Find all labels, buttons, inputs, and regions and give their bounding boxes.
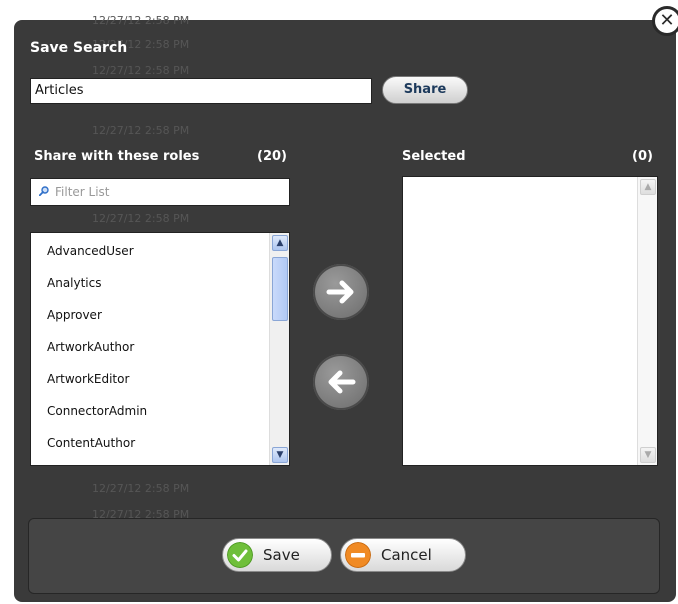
list-item[interactable]: ArtworkEditor [31, 361, 289, 393]
filter-input[interactable]: Filter List [30, 178, 290, 206]
save-button[interactable]: Save [222, 538, 332, 572]
search-name-input[interactable]: Articles [30, 78, 372, 104]
background-timestamp: 12/27/12 2:58 PM [92, 482, 190, 495]
minus-icon [345, 542, 371, 568]
background-timestamp: 12/27/12 2:58 PM [92, 64, 190, 77]
move-right-button[interactable] [313, 264, 369, 320]
share-button[interactable]: Share [382, 76, 468, 104]
list-item[interactable]: ArtworkAuthor [31, 329, 289, 361]
cancel-label: Cancel [381, 546, 432, 564]
scroll-thumb[interactable] [272, 257, 288, 321]
search-icon [39, 186, 49, 196]
background-timestamp: 12/27/12 2:58 PM [92, 14, 190, 27]
scroll-up-icon[interactable]: ▲ [272, 235, 288, 251]
list-item[interactable]: Analytics [31, 265, 289, 297]
filter-placeholder: Filter List [55, 185, 110, 199]
selected-count: (0) [632, 149, 653, 164]
background-timestamp: 12/27/12 2:58 PM [92, 124, 190, 137]
arrow-left-icon [328, 370, 356, 394]
selected-label: Selected [402, 149, 466, 164]
close-button[interactable]: ✕ [652, 6, 678, 36]
list-item[interactable]: AdvancedUser [31, 233, 289, 265]
list-item[interactable]: ContentAuthor [31, 425, 289, 457]
list-item[interactable]: ConnectorAdmin [31, 393, 289, 425]
close-icon: ✕ [659, 10, 675, 31]
roles-list[interactable]: AdvancedUser Analytics Approver ArtworkA… [30, 232, 290, 466]
background-timestamp: 12/27/12 2:58 PM [92, 212, 190, 225]
scroll-down-icon[interactable]: ▼ [640, 447, 656, 463]
list-item[interactable]: Approver [31, 297, 289, 329]
checkmark-icon [227, 542, 253, 568]
roles-count: (20) [257, 149, 287, 164]
scroll-up-icon[interactable]: ▲ [640, 179, 656, 195]
scroll-down-icon[interactable]: ▼ [272, 447, 288, 463]
move-left-button[interactable] [313, 354, 369, 410]
arrow-right-icon [326, 280, 354, 304]
dialog-title: Save Search [30, 40, 128, 56]
roles-label: Share with these roles [34, 149, 200, 164]
roles-scrollbar[interactable]: ▲ ▼ [269, 233, 289, 465]
cancel-button[interactable]: Cancel [340, 538, 466, 572]
selected-scrollbar[interactable]: ▲ ▼ [637, 177, 657, 465]
save-label: Save [263, 546, 300, 564]
selected-list[interactable]: ▲ ▼ [402, 176, 658, 466]
